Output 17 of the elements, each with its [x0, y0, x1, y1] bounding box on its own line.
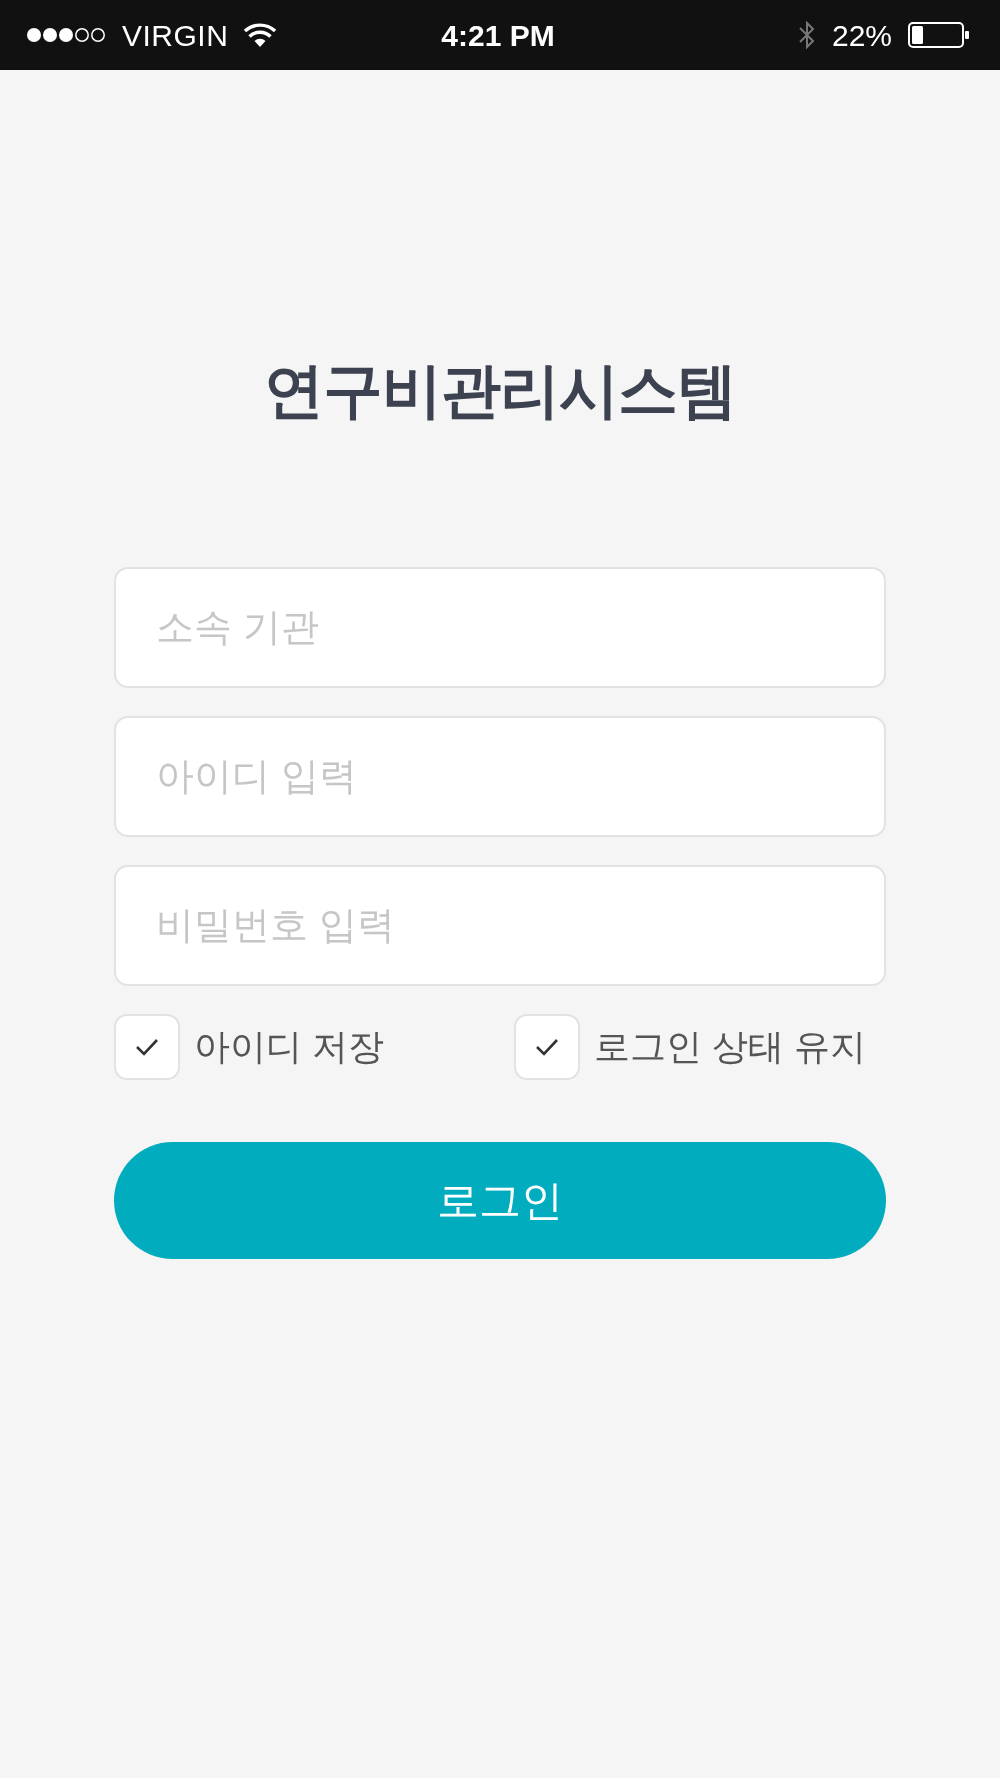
input-field[interactable]: 아이디 입력: [114, 716, 886, 837]
checkbox[interactable]: [114, 1014, 180, 1080]
carrier-name: VIRGIN: [122, 17, 229, 54]
signal-strength-icon: [26, 27, 106, 43]
checkbox-label[interactable]: 로그인 상태 유지: [594, 1020, 866, 1074]
battery-icon: [908, 22, 970, 48]
battery-percent: 22%: [831, 17, 892, 54]
check-icon: [535, 1038, 559, 1056]
bluetooth-icon: [797, 19, 816, 51]
input-field[interactable]: 비밀번호 입력: [114, 865, 886, 986]
clock-time: 4:21 PM: [441, 17, 555, 54]
input-field[interactable]: 소속 기관: [114, 567, 886, 688]
checkbox-label[interactable]: 아이디 저장: [194, 1020, 384, 1074]
app-title: 연구비관리시스템: [263, 356, 737, 426]
wifi-icon: [244, 23, 277, 47]
checkbox[interactable]: [514, 1014, 580, 1080]
check-icon: [135, 1038, 159, 1056]
